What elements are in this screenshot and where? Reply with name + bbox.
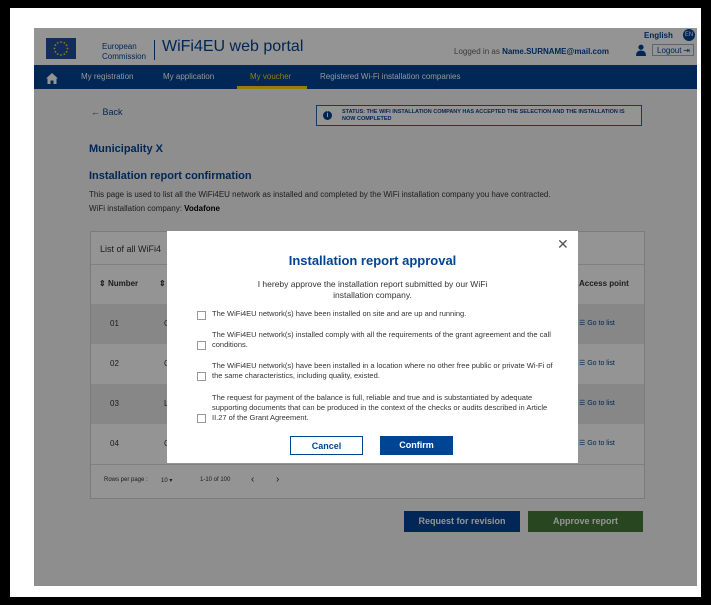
- checkbox-compliance[interactable]: [197, 341, 206, 350]
- app-window: European Commission WiFi4EU web portal E…: [34, 28, 697, 586]
- cancel-button[interactable]: Cancel: [290, 436, 363, 455]
- checkbox-payment[interactable]: [197, 414, 206, 423]
- checkbox-installed-label: The WiFi4EU network(s) have been install…: [212, 309, 467, 318]
- approval-modal: ✕ Installation report approval I hereby …: [167, 231, 578, 463]
- checkbox-payment-label: The request for payment of the balance i…: [212, 393, 548, 422]
- confirm-button[interactable]: Confirm: [380, 436, 453, 455]
- checkbox-location[interactable]: [197, 372, 206, 381]
- checkbox-installed[interactable]: [197, 311, 206, 320]
- close-icon[interactable]: ✕: [557, 236, 569, 253]
- checkbox-location-label: The WiFi4EU network(s) have been install…: [212, 361, 553, 380]
- modal-title: Installation report approval: [288, 253, 457, 268]
- checkbox-compliance-label: The WiFi4EU network(s) installed comply …: [212, 330, 551, 349]
- modal-intro: I hereby approve the installation report…: [257, 279, 488, 300]
- screenshot-frame: European Commission WiFi4EU web portal E…: [10, 8, 701, 597]
